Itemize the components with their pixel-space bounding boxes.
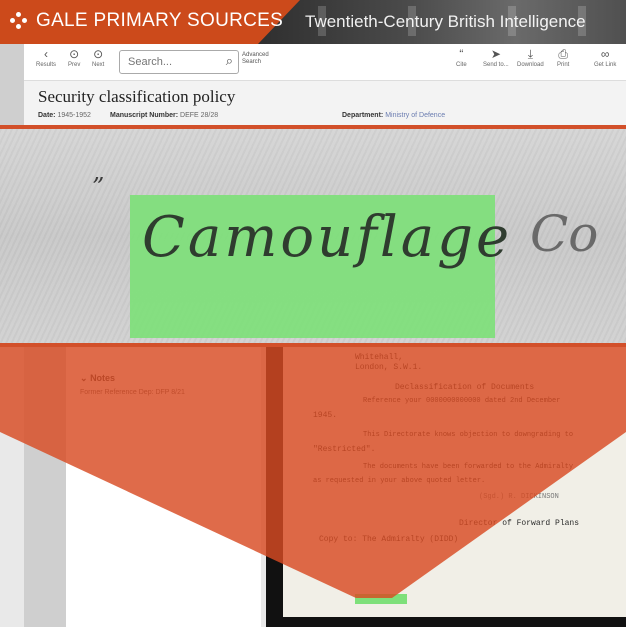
link-icon: ∞	[600, 47, 610, 61]
next-circle-icon: ⊙	[93, 47, 104, 61]
scan-line: Declassification of Documents	[395, 383, 535, 392]
advanced-search-link[interactable]: Advanced Search	[242, 52, 269, 66]
quote-icon: “	[459, 47, 464, 61]
chevron-down-icon: ⌄	[80, 373, 88, 383]
scan-highlight	[355, 594, 407, 604]
manuscript-meta: Manuscript Number: DEFE 28/28	[110, 112, 219, 119]
notes-toggle[interactable]: ⌄ Notes	[80, 373, 115, 384]
page-title: Security classification policy	[38, 87, 236, 106]
department-meta: Department: Ministry of Defence	[342, 112, 446, 119]
search-icon[interactable]: ⌕	[226, 53, 233, 69]
scan-line: 1945.	[313, 411, 338, 420]
left-rail	[24, 347, 66, 627]
document-area: ⌄ Notes Former Reference Dep: DFP 8/21 W…	[0, 347, 626, 627]
brand-logo[interactable]: GALE PRIMARY SOURCES	[10, 10, 283, 32]
gale-logo-icon	[10, 12, 28, 30]
download-icon: ⤓	[527, 47, 533, 61]
scan-line: London, S.W.1.	[355, 363, 423, 372]
metadata-panel: ⌄ Notes Former Reference Dep: DFP 8/21	[66, 347, 261, 627]
download-button[interactable]: ⤓ Download	[517, 46, 544, 68]
scan-line: (Sgd.) R. DICKINSON	[479, 493, 559, 501]
collection-title: Twentieth-Century British Intelligence	[305, 12, 586, 31]
send-icon: ➤	[490, 47, 501, 61]
toolbar: ‹ Results ⊙ Prev ⊙ Next ⌕ Advanced Searc…	[24, 44, 626, 81]
scan-line: The documents have been forwarded to the…	[363, 463, 574, 471]
chevron-left-icon: ‹	[44, 47, 48, 61]
scan-line: as requested in your above quoted letter…	[313, 477, 486, 485]
handwritten-mark: ”	[92, 173, 105, 201]
zoom-callout: ” Camouflage Co	[0, 129, 626, 343]
highlighted-word: Camouflage	[142, 205, 513, 270]
document-header: Security classification policy Date: 194…	[24, 81, 626, 126]
notes-reference: Former Reference Dep: DFP 8/21	[80, 389, 185, 396]
cite-button[interactable]: “ Cite	[456, 46, 467, 68]
next-button[interactable]: ⊙ Next	[92, 46, 104, 68]
scan-line: Copy to: The Admiralty (DIDD)	[319, 535, 459, 544]
results-button[interactable]: ‹ Results	[36, 46, 56, 68]
adjacent-word: Co	[530, 205, 599, 263]
search-input[interactable]	[126, 55, 216, 69]
date-meta: Date: 1945-1952	[38, 112, 91, 119]
print-button[interactable]: ⎙ Print	[557, 46, 569, 68]
get-link-button[interactable]: ∞ Get Link	[594, 46, 616, 68]
send-to-button[interactable]: ➤ Send to...	[483, 46, 509, 68]
scan-line: Reference your 0000000000000 dated 2nd D…	[363, 397, 561, 405]
prev-circle-icon: ⊙	[69, 47, 80, 61]
scan-line: This Directorate knows objection to down…	[363, 431, 574, 439]
top-banner: GALE PRIMARY SOURCES Twentieth-Century B…	[0, 0, 626, 44]
prev-button[interactable]: ⊙ Prev	[68, 46, 80, 68]
print-icon: ⎙	[558, 47, 568, 61]
document-scan: Whitehall, London, S.W.1. Declassificati…	[283, 347, 626, 617]
scan-line: "Restricted".	[313, 445, 376, 454]
scan-line: Whitehall,	[355, 353, 404, 362]
brand-title: GALE PRIMARY SOURCES	[36, 10, 284, 31]
search-box: ⌕	[119, 50, 239, 74]
scan-line: Director of Forward Plans	[459, 519, 580, 528]
